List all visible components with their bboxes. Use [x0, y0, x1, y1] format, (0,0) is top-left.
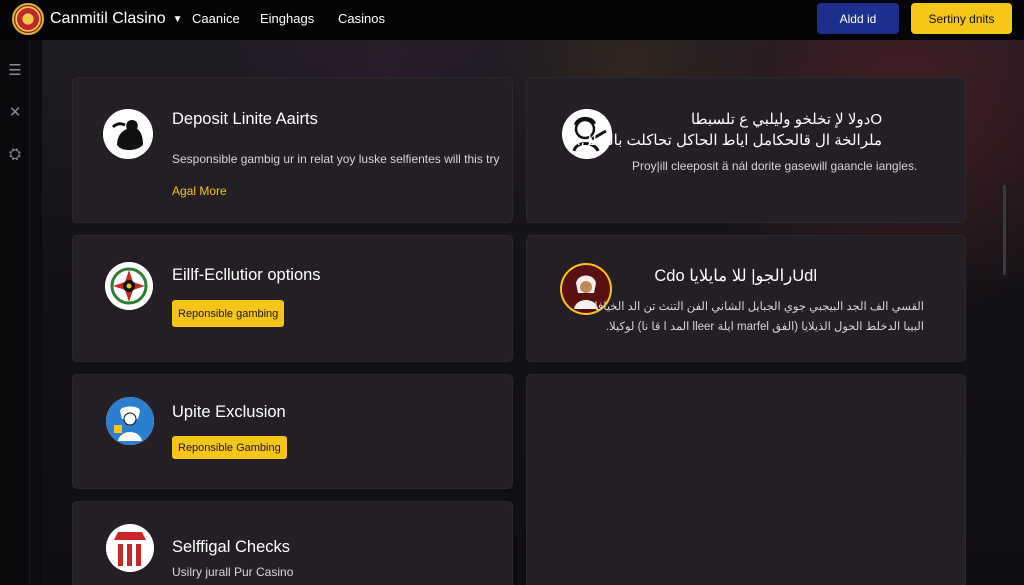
primary-button[interactable]: Aldd id [817, 3, 899, 34]
silhouette-icon [103, 109, 153, 159]
card-title: Deposit Linite Aairts [172, 110, 318, 128]
scrollbar[interactable] [1003, 185, 1006, 275]
card-arabic-2[interactable]: Udlرالجو| للا مايلايا Cdo القسي الف الجد… [526, 235, 966, 362]
card-arabic-1[interactable]: Oدولا لإ تخلخو وليلبي ع تلسبطا ملرالخة ا… [526, 77, 966, 223]
card-self-exclusion-options[interactable]: Eillf-Ecllutior options Reponsible gambi… [72, 235, 513, 362]
card-empty [526, 374, 966, 585]
card-text-line2: البيبا الدخلط الحول الذيلايا (الفق marfe… [605, 321, 924, 333]
brand-name: Canmitil Clasino [50, 10, 166, 27]
responsible-gambling-badge[interactable]: Reponsible Gambing [172, 436, 287, 459]
card-text-line1: القسي الف الجد البيجبي جوي الجبايل الشان… [594, 301, 924, 313]
card-text: Sesponsible gambig ur in relat yoy luske… [172, 152, 500, 166]
card-title: Udlرالجو| للا مايلايا Cdo [654, 267, 817, 285]
sidebar: ☰ ✕ ⛭ [0, 40, 30, 585]
card-title-line1: Oدولا لإ تخلخو وليلبي ع تلسبطا [690, 111, 882, 128]
secondary-button[interactable]: Sertiny dnits [911, 3, 1012, 34]
nav-link-1[interactable]: Caanice [192, 11, 240, 26]
card-self-checks[interactable]: Selffigal Checks Usilry jurall Pur Casin… [72, 501, 513, 585]
casino-logo[interactable] [12, 3, 44, 35]
card-title: Eillf-Ecllutior options [172, 266, 321, 284]
card-deposit-limits[interactable]: Deposit Linite Aairts Sesponsible gambig… [72, 77, 513, 223]
settings-icon[interactable]: ⛭ [6, 146, 24, 164]
stripes-icon [106, 524, 154, 572]
nav-link-2[interactable]: Einghags [260, 11, 314, 26]
top-bar: Canmitil Clasino ▼ Caanice Einghags Casi… [0, 0, 1024, 40]
learn-more-link[interactable]: Agal More [172, 184, 227, 198]
card-title: Upite Exclusion [172, 403, 286, 421]
nav-link-3[interactable]: Casinos [338, 11, 385, 26]
card-text: Proy|ill cleeposit ä nál dorite gasewill… [632, 159, 918, 173]
brand-switcher[interactable]: Canmitil Clasino ▼ [50, 10, 183, 28]
card-text: Usilry jurall Pur Casino [172, 565, 294, 579]
chevron-down-icon: ▼ [172, 13, 183, 25]
responsible-gambling-badge[interactable]: Reponsible gambing [172, 300, 285, 327]
shield-icon [106, 397, 154, 445]
menu-icon[interactable]: ☰ [6, 62, 24, 80]
card-update-exclusion[interactable]: Upite Exclusion Reponsible Gambing [72, 374, 513, 489]
close-icon[interactable]: ✕ [6, 104, 24, 122]
card-title: Selffigal Checks [172, 538, 291, 556]
wheel-icon [105, 262, 153, 310]
card-title-line2: ملرالخة ال قالحكامل اياط الحاكل تحاكلت ب… [576, 132, 882, 149]
